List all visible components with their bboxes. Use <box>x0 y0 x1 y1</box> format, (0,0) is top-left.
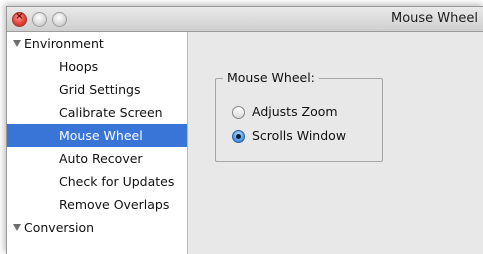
groupbox-label: Mouse Wheel: <box>223 70 319 85</box>
sidebar-item-calibrate-screen[interactable]: Calibrate Screen <box>7 101 187 124</box>
sidebar-item-grid-settings[interactable]: Grid Settings <box>7 78 187 101</box>
disclosure-triangle-icon[interactable] <box>13 224 21 231</box>
sidebar-item-hoops[interactable]: Hoops <box>7 55 187 78</box>
disclosure-triangle-icon[interactable] <box>13 40 21 47</box>
sidebar-item-auto-recover[interactable]: Auto Recover <box>7 147 187 170</box>
sidebar-item-mouse-wheel[interactable]: Mouse Wheel <box>7 124 187 147</box>
settings-panel: Mouse Wheel: Adjusts Zoom Scrolls Window <box>188 32 483 254</box>
radio-label[interactable]: Scrolls Window <box>252 128 346 143</box>
tree-group-environment[interactable]: Environment <box>7 32 187 55</box>
window-title: Mouse Wheel <box>390 11 478 26</box>
sidebar-item-remove-overlaps[interactable]: Remove Overlaps <box>7 193 187 216</box>
sidebar-item-check-for-updates[interactable]: Check for Updates <box>7 170 187 193</box>
zoom-icon[interactable] <box>52 12 67 27</box>
close-icon[interactable]: × <box>12 11 27 27</box>
radio-button-checked[interactable] <box>232 130 245 143</box>
radio-dot-icon <box>236 134 241 139</box>
minimize-icon[interactable] <box>32 12 47 27</box>
radio-label[interactable]: Adjusts Zoom <box>252 104 338 119</box>
preferences-window: × Mouse Wheel Environment Hoops Grid Set… <box>6 6 483 254</box>
tree-group-label: Conversion <box>24 220 95 235</box>
tree-group-label: Environment <box>24 36 104 51</box>
sidebar-tree: Environment Hoops Grid Settings Calibrat… <box>7 32 188 254</box>
tree-group-conversion[interactable]: Conversion <box>7 216 187 239</box>
mouse-wheel-groupbox <box>215 78 383 162</box>
title-bar[interactable]: × Mouse Wheel <box>7 7 483 32</box>
radio-button-unchecked[interactable] <box>232 106 245 119</box>
